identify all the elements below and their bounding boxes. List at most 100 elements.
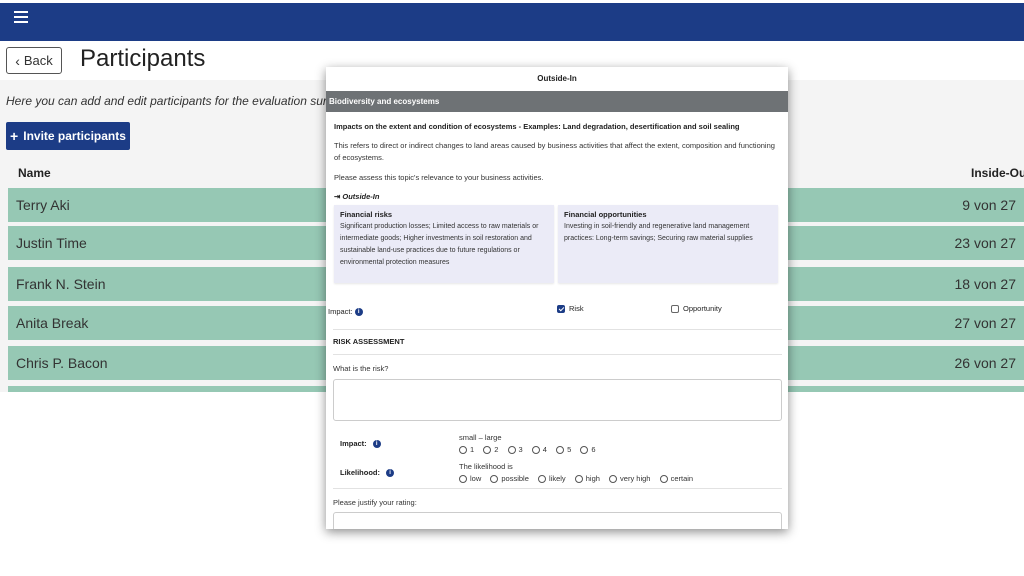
impact-option[interactable]: 6 bbox=[580, 445, 596, 455]
impact-option[interactable]: 5 bbox=[556, 445, 572, 455]
radio-icon[interactable] bbox=[459, 446, 467, 455]
impact-option[interactable]: 2 bbox=[483, 445, 499, 455]
participant-score: 18 von 27 bbox=[954, 276, 1017, 292]
assess-instruction: Please assess this topic's relevance to … bbox=[334, 173, 544, 182]
checkbox-unchecked-icon[interactable] bbox=[671, 305, 679, 314]
info-icon[interactable]: i bbox=[354, 308, 363, 317]
impact-type-label: Impact: i bbox=[328, 307, 363, 317]
option-label: low bbox=[470, 474, 482, 483]
likelihood-label: Likelihood: bbox=[340, 468, 380, 477]
participant-score: 9 von 27 bbox=[962, 197, 1016, 213]
option-label: 4 bbox=[542, 445, 547, 454]
card-body: Significant production losses; Limited a… bbox=[340, 223, 539, 266]
justify-textarea[interactable] bbox=[333, 512, 782, 529]
risk-checkbox[interactable]: Risk bbox=[557, 304, 584, 314]
outside-in-heading: ⇥ Outside-In bbox=[334, 192, 780, 201]
radio-icon[interactable] bbox=[609, 475, 618, 484]
option-label: certain bbox=[670, 474, 694, 483]
likelihood-option[interactable]: certain bbox=[659, 474, 694, 484]
likelihood-option[interactable]: very high bbox=[609, 474, 651, 484]
justify-label: Please justify your rating: bbox=[333, 498, 417, 507]
radio-icon[interactable] bbox=[537, 475, 546, 484]
plus-icon: + bbox=[10, 128, 19, 144]
topic-heading: Impacts on the extent and condition of e… bbox=[334, 122, 740, 131]
radio-icon[interactable] bbox=[574, 475, 583, 484]
option-label: very high bbox=[620, 474, 651, 483]
what-risk-label: What is the risk? bbox=[333, 364, 389, 373]
option-label: 5 bbox=[567, 445, 572, 454]
participant-score: 23 von 27 bbox=[954, 235, 1017, 251]
participant-score: 27 von 27 bbox=[954, 315, 1017, 331]
radio-icon[interactable] bbox=[507, 446, 516, 455]
impact-option[interactable]: 1 bbox=[459, 445, 475, 455]
participant-name: Justin Time bbox=[16, 235, 87, 251]
page-title: Participants bbox=[80, 45, 206, 72]
chevron-left-icon: ‹ bbox=[15, 52, 20, 69]
radio-icon[interactable] bbox=[556, 446, 565, 455]
back-label: Back bbox=[23, 53, 53, 68]
sign-in-arrow-icon: ⇥ bbox=[334, 192, 341, 201]
likelihood-option[interactable]: low bbox=[459, 474, 482, 484]
invite-label: Invite participants bbox=[23, 129, 126, 143]
column-header-name: Name bbox=[18, 166, 51, 180]
radio-icon[interactable] bbox=[531, 446, 540, 455]
top-app-bar bbox=[0, 3, 1024, 41]
participant-name: Chris P. Bacon bbox=[16, 355, 108, 371]
option-label: 1 bbox=[470, 445, 475, 454]
participant-name: Frank N. Stein bbox=[16, 276, 106, 292]
topic-description: This refers to direct or indirect change… bbox=[334, 141, 775, 162]
outside-in-dialog: Outside-In Biodiversity and ecosystems I… bbox=[326, 67, 788, 529]
divider bbox=[333, 329, 782, 330]
option-label: 2 bbox=[494, 445, 499, 454]
financial-risks-card: Financial risks Significant production l… bbox=[334, 205, 554, 283]
risk-textarea[interactable] bbox=[333, 379, 782, 421]
radio-icon[interactable] bbox=[580, 446, 589, 455]
radio-icon[interactable] bbox=[490, 475, 499, 484]
checkbox-checked-icon[interactable] bbox=[557, 305, 565, 314]
impact-scale-label: Impact: bbox=[340, 439, 367, 448]
likelihood-option[interactable]: possible bbox=[490, 474, 529, 484]
impact-radio-group: 1 2 3 4 5 6 bbox=[459, 445, 603, 455]
impact-scale-hint: small – large bbox=[459, 433, 502, 442]
opportunity-label: Opportunity bbox=[683, 304, 722, 313]
impact-option[interactable]: 3 bbox=[507, 445, 523, 455]
likelihood-option[interactable]: high bbox=[574, 474, 600, 484]
participant-score: 26 von 27 bbox=[954, 355, 1017, 371]
likelihood-row-label: Likelihood: i bbox=[340, 468, 395, 478]
opportunity-checkbox[interactable]: Opportunity bbox=[671, 304, 722, 314]
participant-name: Anita Break bbox=[16, 315, 89, 331]
option-label: 3 bbox=[518, 445, 523, 454]
card-title: Financial risks bbox=[340, 210, 393, 219]
info-icon[interactable]: i bbox=[386, 469, 395, 478]
divider bbox=[333, 488, 782, 489]
option-label: 6 bbox=[591, 445, 596, 454]
back-button[interactable]: ‹ Back bbox=[6, 47, 62, 74]
risk-assessment-heading: RISK ASSESSMENT bbox=[333, 337, 405, 346]
invite-participants-button[interactable]: + Invite participants bbox=[6, 122, 130, 150]
likelihood-hint: The likelihood is bbox=[459, 462, 513, 471]
likelihood-radio-group: low possible likely high very high certa… bbox=[459, 474, 700, 484]
option-label: likely bbox=[548, 474, 566, 483]
dialog-title: Outside-In bbox=[537, 74, 577, 83]
option-label: high bbox=[585, 474, 600, 483]
impact-option[interactable]: 4 bbox=[531, 445, 547, 455]
info-icon[interactable]: i bbox=[372, 440, 381, 449]
hamburger-menu-icon[interactable] bbox=[14, 11, 28, 25]
radio-icon[interactable] bbox=[659, 475, 668, 484]
section-band: Biodiversity and ecosystems bbox=[326, 91, 788, 112]
column-header-inside-out: Inside-Ou bbox=[971, 166, 1024, 180]
divider bbox=[333, 354, 782, 355]
participant-name: Terry Aki bbox=[16, 197, 70, 213]
radio-icon[interactable] bbox=[459, 475, 467, 484]
card-body: Investing in soil-friendly and regenerat… bbox=[564, 223, 753, 242]
outside-in-label: Outside-In bbox=[342, 192, 380, 201]
option-label: possible bbox=[501, 474, 529, 483]
card-title: Financial opportunities bbox=[564, 210, 647, 219]
impact-label: Impact: bbox=[328, 307, 353, 316]
likelihood-option[interactable]: likely bbox=[537, 474, 566, 484]
radio-icon[interactable] bbox=[483, 446, 492, 455]
financial-opportunities-card: Financial opportunities Investing in soi… bbox=[558, 205, 778, 283]
risk-label: Risk bbox=[569, 304, 584, 313]
intro-text: Here you can add and edit participants f… bbox=[6, 94, 340, 108]
impact-scale-row-label: Impact: i bbox=[340, 439, 381, 449]
